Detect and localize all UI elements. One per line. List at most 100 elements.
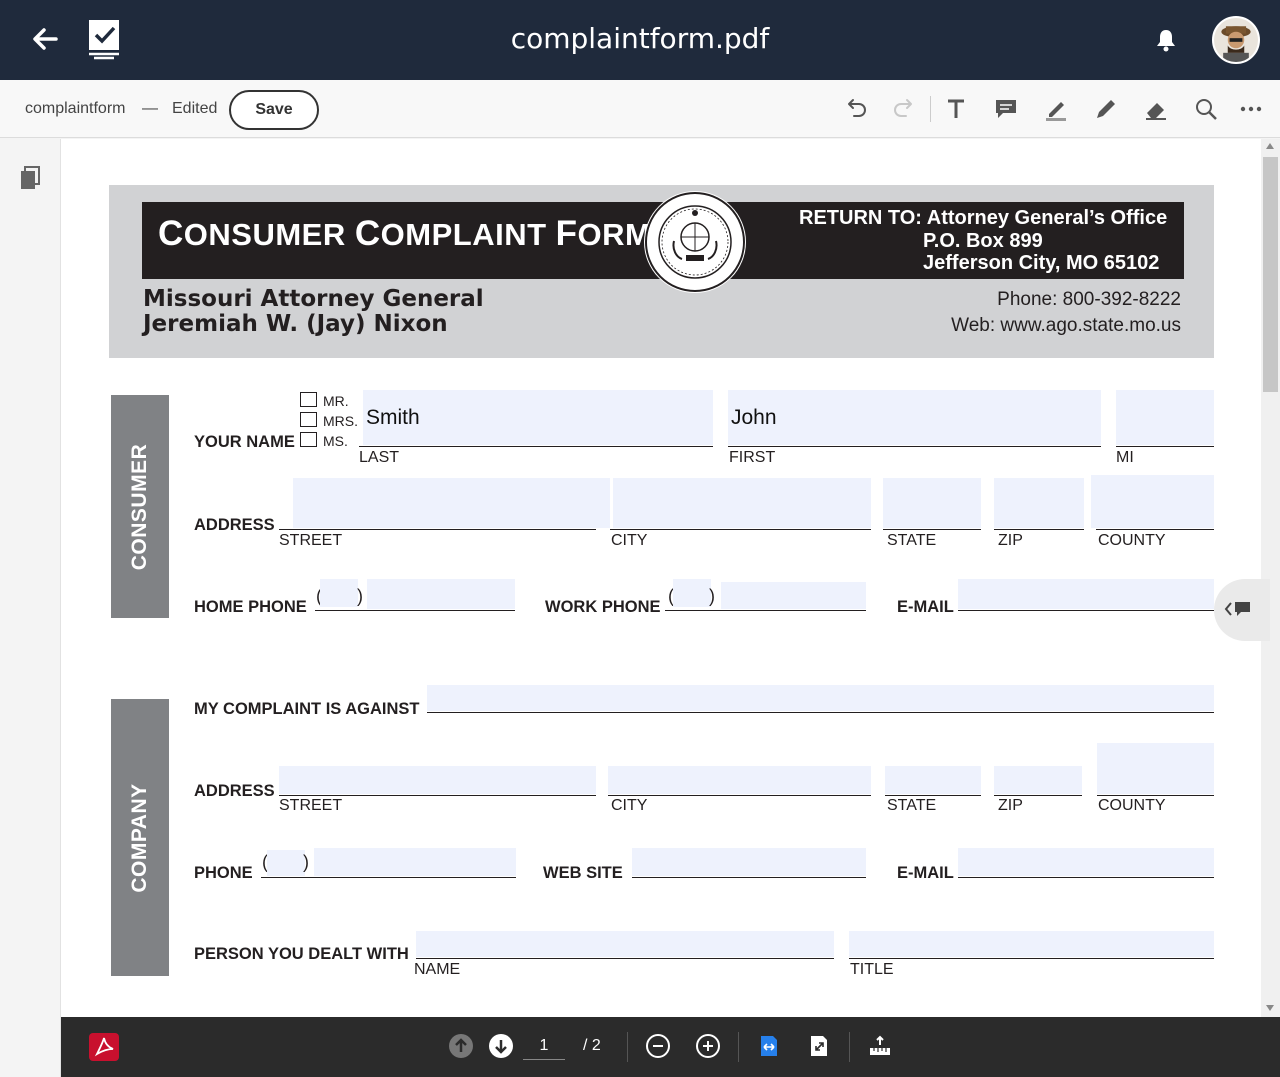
consumer-state-field[interactable] — [883, 478, 981, 528]
redo-icon[interactable] — [890, 94, 920, 124]
company-street-field[interactable] — [279, 766, 596, 794]
state-label: STATE — [887, 532, 937, 549]
person-title-line — [849, 958, 1214, 959]
text-tool-icon[interactable] — [941, 94, 971, 124]
save-button[interactable]: Save — [229, 90, 319, 130]
contact-info: Phone: 800-392-8222 Web: www.ago.state.m… — [951, 289, 1181, 336]
company-email-label: E-MAIL — [897, 864, 954, 882]
next-page-icon[interactable] — [488, 1033, 514, 1059]
state-line — [883, 529, 981, 530]
acrobat-logo-icon[interactable] — [89, 1033, 119, 1061]
first-name-line — [728, 446, 1101, 447]
person-title-field[interactable] — [849, 931, 1214, 957]
person-name-label: NAME — [414, 961, 461, 978]
home-phone-field[interactable] — [367, 579, 515, 609]
draw-tool-icon[interactable] — [1091, 94, 1121, 124]
previous-page-icon[interactable] — [448, 1033, 474, 1059]
consumer-street-field[interactable] — [293, 478, 610, 528]
fit-width-icon[interactable] — [756, 1033, 782, 1059]
web-site-label: WEB SITE — [543, 864, 623, 882]
ms-label: MS. — [323, 433, 348, 449]
eraser-tool-icon[interactable] — [1141, 94, 1171, 124]
company-state-label: STATE — [887, 797, 937, 814]
scroll-thumb[interactable] — [1263, 157, 1278, 392]
complaint-against-field[interactable] — [427, 685, 1214, 711]
highlight-tool-icon[interactable] — [1041, 94, 1071, 124]
bell-icon[interactable] — [1154, 27, 1178, 53]
middle-initial-field[interactable] — [1116, 390, 1214, 445]
page-number-input[interactable]: 1 — [523, 1037, 565, 1060]
company-street-label: STREET — [279, 797, 343, 814]
company-city-field[interactable] — [608, 766, 871, 794]
first-name-field[interactable]: John — [728, 390, 1101, 445]
company-area-close-paren: ) — [303, 852, 309, 872]
last-name-field[interactable]: Smith — [363, 390, 713, 445]
search-icon[interactable] — [1191, 94, 1221, 124]
consumer-zip-field[interactable] — [994, 478, 1084, 528]
divider — [738, 1032, 739, 1062]
zoom-in-icon[interactable] — [695, 1033, 721, 1059]
first-label: FIRST — [729, 449, 776, 466]
more-icon[interactable] — [1236, 94, 1266, 124]
company-zip-field[interactable] — [994, 766, 1082, 794]
company-state-field[interactable] — [885, 766, 981, 794]
county-label: COUNTY — [1098, 532, 1166, 549]
undo-icon[interactable] — [840, 94, 870, 124]
checkbox-mr[interactable] — [300, 392, 317, 407]
zoom-out-icon[interactable] — [645, 1033, 671, 1059]
edit-status: Edited — [172, 100, 218, 117]
mi-label: MI — [1116, 449, 1134, 466]
page-total: / 2 — [583, 1037, 601, 1054]
company-phone-line — [261, 877, 516, 878]
comments-toggle-icon — [1224, 599, 1252, 624]
consumer-email-field[interactable] — [958, 579, 1214, 609]
pages-panel-icon[interactable] — [18, 165, 42, 191]
company-county-field[interactable] — [1097, 743, 1214, 794]
company-city-line — [608, 795, 871, 796]
mr-label: MR. — [323, 393, 349, 409]
mi-line — [1116, 446, 1214, 447]
company-email-field[interactable] — [958, 848, 1214, 876]
left-rail — [0, 139, 61, 1077]
street-line — [279, 529, 596, 530]
page-navigation-bar: 1 / 2 — [61, 1017, 1280, 1077]
company-street-line — [279, 795, 596, 796]
comment-tool-icon[interactable] — [991, 94, 1021, 124]
consumer-email-label: E-MAIL — [897, 598, 954, 616]
work-phone-label: WORK PHONE — [545, 598, 661, 616]
home-area-code-field[interactable] — [320, 579, 358, 607]
consumer-county-field[interactable] — [1091, 475, 1214, 528]
home-phone-line — [315, 610, 515, 611]
company-state-line — [885, 795, 981, 796]
fit-page-icon[interactable] — [806, 1033, 832, 1059]
work-phone-field[interactable] — [721, 582, 866, 609]
user-avatar[interactable] — [1212, 16, 1260, 64]
complaint-against-line — [427, 712, 1214, 713]
scroll-down-arrow-icon[interactable] — [1266, 1005, 1274, 1011]
street-label: STREET — [279, 532, 343, 549]
person-dealt-with-label: PERSON YOU DEALT WITH — [194, 945, 409, 963]
work-area-code-field[interactable] — [673, 579, 711, 607]
city-line — [610, 529, 871, 530]
vertical-scrollbar[interactable] — [1261, 139, 1280, 1017]
app-header: complaintform.pdf — [0, 0, 1280, 80]
web-site-field[interactable] — [632, 848, 866, 876]
measure-tool-icon[interactable] — [867, 1033, 893, 1059]
company-phone-label: PHONE — [194, 864, 253, 882]
checkbox-ms[interactable] — [300, 432, 317, 447]
comments-panel-toggle[interactable] — [1214, 579, 1270, 641]
last-label: LAST — [359, 449, 400, 466]
toolbar-divider — [930, 96, 931, 122]
web-site-line — [632, 877, 866, 878]
company-city-label: CITY — [611, 797, 648, 814]
company-area-code-field[interactable] — [267, 850, 305, 876]
document-toolbar: complaintform — Edited Save — [0, 80, 1280, 138]
scroll-up-arrow-icon[interactable] — [1266, 143, 1274, 149]
checkbox-mrs[interactable] — [300, 412, 317, 427]
person-name-field[interactable] — [416, 931, 834, 957]
checklist-app-icon — [86, 18, 124, 60]
person-name-line — [416, 958, 834, 959]
back-arrow-icon[interactable] — [28, 22, 62, 56]
consumer-city-field[interactable] — [613, 478, 871, 528]
company-phone-field[interactable] — [314, 848, 516, 876]
